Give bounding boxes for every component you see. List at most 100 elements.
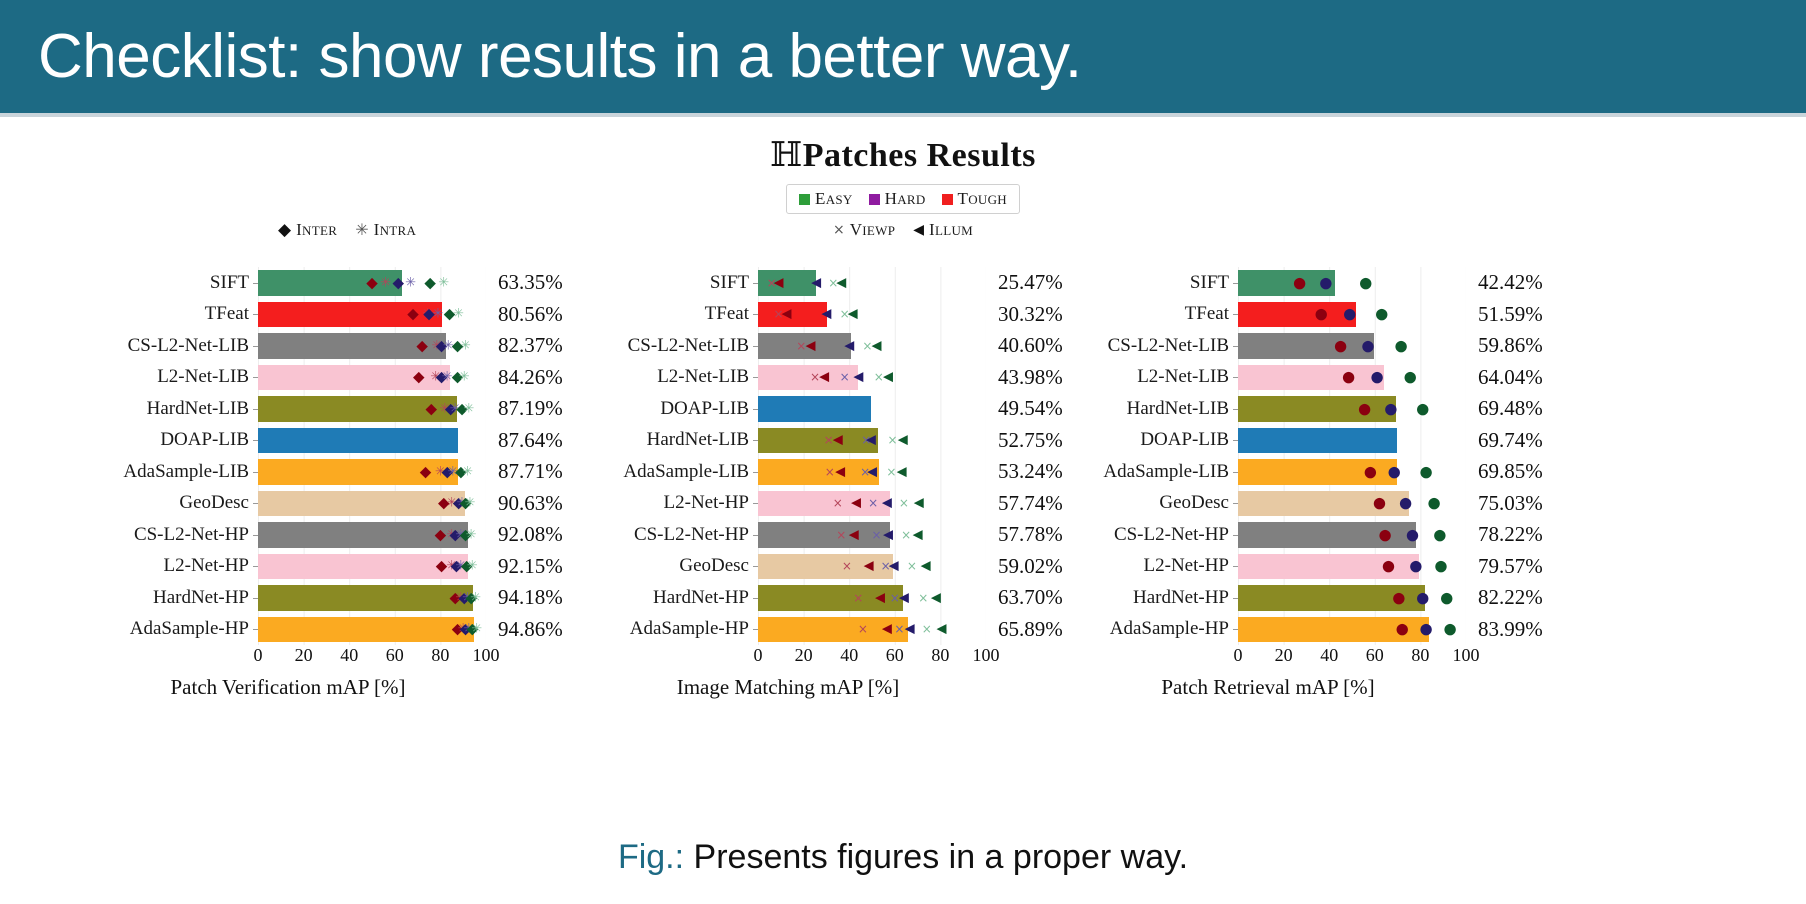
easy-illum-marker-icon: ◀ [882, 369, 893, 385]
bar [258, 490, 465, 516]
bar-row: CS-L2-Net-LIB × ◀ ◀ × ◀ 40.60% [590, 330, 1070, 362]
bar [758, 616, 909, 642]
bar-row: AdaSample-LIB × ◀ × ◀ × ◀ 53.24% [590, 456, 1070, 488]
bar-row: AdaSample-HP ● ● ● 83.99% [1070, 613, 1570, 645]
legend-label-intra: INTRA [373, 220, 417, 239]
bar [1238, 333, 1375, 359]
easy-viewp-marker-icon: × [862, 338, 873, 353]
bar-plot-cell: × ◀ × ◀ × ◀ [753, 550, 986, 582]
bar-value-label: 40.60% [998, 333, 1063, 358]
bar-plot-cell: ● ● ● [1233, 267, 1466, 299]
bar-value-label: 69.74% [1478, 427, 1543, 452]
bar-plot-cell: ◆ ✳ ◆ ✳ ◆ ✳ [253, 519, 486, 551]
easy-illum-marker-icon: ◀ [896, 464, 907, 480]
bar-plot-cell: ◆ ✳ ◆ ✳ ◆ ✳ [253, 393, 486, 425]
bar-row: L2-Net-LIB ◆ ✳ ◆ ✳ ◆ ✳ 84.26% [90, 361, 590, 393]
x-axis-tick-label: 100 [1452, 645, 1480, 665]
easy-intra-marker-icon: ✳ [453, 306, 465, 322]
bar-category-label: AdaSample-LIB [123, 460, 249, 482]
bar-value-label: 87.64% [498, 427, 563, 452]
caption-label: Fig.: [617, 838, 685, 876]
bar-row: DOAP-LIB 49.54% [590, 393, 1070, 425]
bar-category-label: AdaSample-LIB [1103, 460, 1229, 482]
bar-category-label: GeoDesc [1159, 492, 1229, 514]
bar-value-label: 87.19% [498, 396, 563, 421]
legend-label-viewp: VIEWP [849, 220, 896, 239]
x-axis-tick-label: 80 [1411, 645, 1430, 665]
bar-rows: SIFT ◆ ✳ ◆ ✳ ◆ ✳ 63.35% TFeat ◆ ✳ ◆ ✳ ◆ ✳ 80.56% CS-L2-N… [90, 267, 590, 645]
bar [758, 490, 890, 516]
bar-plot-cell: × ◀ ◀ × ◀ [753, 298, 986, 330]
bar-category-label: SIFT [1189, 271, 1229, 293]
bar-row: GeoDesc ● ● ● 75.03% [1070, 487, 1570, 519]
x-axis: 0 20 40 60 80 100 [754, 645, 1000, 671]
bar-row: HardNet-LIB ● ● ● 69.48% [1070, 393, 1570, 425]
legend-scene: × VIEWP ◀ ILLUM [833, 220, 973, 240]
bar [1238, 270, 1335, 296]
easy-marker-icon: ● [1416, 399, 1430, 418]
easy-marker-icon: ● [1375, 304, 1389, 323]
bar-row: HardNet-HP ● ● ● 82.22% [1070, 582, 1570, 614]
bar [258, 396, 457, 422]
bar-category-label: GeoDesc [679, 555, 749, 577]
easy-illum-marker-icon: ◀ [930, 590, 941, 606]
bar-value-label: 59.02% [998, 553, 1063, 578]
tough-swatch-icon [941, 193, 953, 205]
bar-row: HardNet-HP × ◀ × ◀ × ◀ 63.70% [590, 582, 1070, 614]
figure-caption: Fig.: Presents figures in a proper way. [0, 838, 1806, 877]
bar-category-label: AdaSample-LIB [623, 460, 749, 482]
bar-row: AdaSample-LIB ◆ ✳ ◆ ✳ ◆ ✳ 87.71% [90, 456, 590, 488]
bar-category-label: HardNet-LIB [646, 429, 749, 451]
bar-row: SIFT × ◀ ◀ × ◀ 25.47% [590, 267, 1070, 299]
bar-row: TFeat × ◀ ◀ × ◀ 30.32% [590, 298, 1070, 330]
bar-plot-cell [753, 393, 986, 425]
bar-category-label: CS-L2-Net-HP [633, 523, 749, 545]
bar-row: CS-L2-Net-LIB ◆ ✳ ◆ ✳ ◆ ✳ 82.37% [90, 330, 590, 362]
x-axis-tick-label: 80 [931, 645, 950, 665]
legend-item-inter: ◆ INTER [278, 220, 337, 240]
easy-intra-marker-icon: ✳ [458, 369, 470, 385]
bar [258, 553, 469, 579]
x-axis-tick-label: 20 [794, 645, 813, 665]
bar-value-label: 57.74% [998, 490, 1063, 515]
bar-row: TFeat ● ● ● 51.59% [1070, 298, 1570, 330]
legend-item-hard: HARD [868, 189, 926, 209]
bar [1238, 301, 1356, 327]
bar-category-label: L2-Net-LIB [657, 366, 749, 388]
x-axis: 0 20 40 60 80 100 [254, 645, 500, 671]
bar [1238, 459, 1398, 485]
bar-row: AdaSample-HP ◆ ✳ ◆ ✳ ◆ ✳ 94.86% [90, 613, 590, 645]
bar-value-label: 79.57% [1478, 553, 1543, 578]
bar-value-label: 57.78% [998, 522, 1063, 547]
bar-plot-cell: ◆ ✳ ◆ ✳ ◆ ✳ [253, 298, 486, 330]
legend-label-easy: EASY [815, 189, 853, 208]
bar [758, 301, 828, 327]
bar-category-label: AdaSample-HP [1109, 618, 1229, 640]
bar [1238, 616, 1430, 642]
x-axis-tick-label: 20 [294, 645, 313, 665]
bar-value-label: 92.15% [498, 553, 563, 578]
chart-patch-verification: SIFT ◆ ✳ ◆ ✳ ◆ ✳ 63.35% TFeat ◆ ✳ ◆ ✳ ◆ ✳ 80.56% CS-L2-N… [90, 267, 590, 827]
bar-row: SIFT ● ● ● 42.42% [1070, 267, 1570, 299]
bar [258, 333, 446, 359]
bar-value-label: 52.75% [998, 427, 1063, 452]
x-axis-tick-label: 40 [1320, 645, 1339, 665]
bar-row: CS-L2-Net-HP × ◀ × ◀ × ◀ 57.78% [590, 519, 1070, 551]
bar-row: SIFT ◆ ✳ ◆ ✳ ◆ ✳ 63.35% [90, 267, 590, 299]
bar-plot-cell: ● ● ● [1233, 361, 1466, 393]
cross-marker-icon: × [832, 222, 845, 238]
bar-category-label: HardNet-HP [1132, 586, 1229, 608]
bar-plot-cell: ● ● ● [1233, 519, 1466, 551]
bar-rows: SIFT ● ● ● 42.42% TFeat ● ● ● 51.59% CS-L2-Net-LIB… [1070, 267, 1570, 645]
bar-value-label: 53.24% [998, 459, 1063, 484]
bar [258, 364, 451, 390]
easy-viewp-marker-icon: × [873, 370, 884, 385]
bar-value-label: 75.03% [1478, 490, 1543, 515]
bar-category-label: AdaSample-HP [129, 618, 249, 640]
bar-row: GeoDesc ◆ ✳ ◆ ✳ ◆ ✳ 90.63% [90, 487, 590, 519]
bar-row: AdaSample-LIB ● ● ● 69.85% [1070, 456, 1570, 488]
bar-value-label: 83.99% [1478, 616, 1543, 641]
bar-value-label: 69.48% [1478, 396, 1543, 421]
bar-category-label: CS-L2-Net-LIB [127, 334, 249, 356]
easy-illum-marker-icon: ◀ [913, 495, 924, 511]
